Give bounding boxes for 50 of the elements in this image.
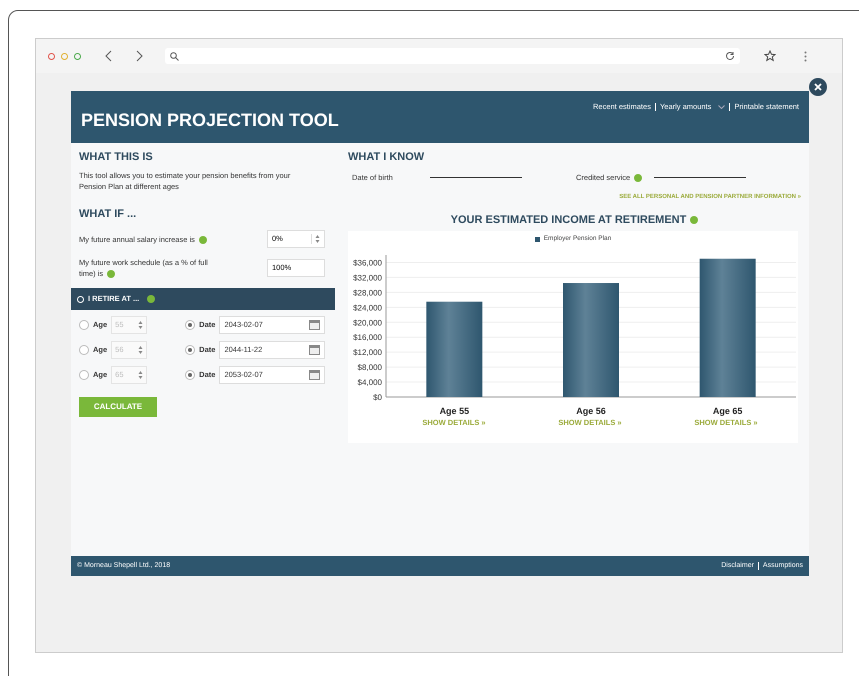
back-icon[interactable] — [105, 50, 113, 62]
axis-tick-label: $24,000 — [353, 304, 382, 313]
info-icon[interactable] — [634, 174, 642, 182]
info-icon[interactable] — [690, 216, 698, 224]
legend-swatch — [534, 236, 540, 242]
spinner-arrows-icon[interactable] — [138, 345, 144, 355]
spinner-arrows-icon[interactable] — [138, 370, 144, 380]
radio-button[interactable] — [79, 345, 89, 355]
axis-tick-label: $20,000 — [353, 318, 382, 328]
category-label: Age 65 — [712, 406, 742, 416]
radio-button[interactable] — [79, 320, 89, 330]
axis-tick-label: $4,000 — [358, 378, 382, 388]
radio-button[interactable] — [185, 320, 196, 330]
section-heading: WHAT THIS IS — [79, 150, 154, 165]
page-title: PENSION PROJECTION TOOL — [81, 109, 339, 132]
section-heading: WHAT I KNOW — [348, 150, 426, 165]
caret-icon — [718, 104, 726, 109]
info-icon[interactable] — [147, 295, 156, 303]
search-icon — [170, 52, 179, 60]
axis-tick-label: $0 — [373, 393, 382, 402]
info-icon[interactable] — [107, 270, 116, 278]
minimize-window-icon[interactable] — [61, 52, 68, 60]
reload-icon[interactable] — [725, 51, 735, 61]
axis-tick-label: $36,000 — [353, 258, 382, 268]
axis-tick-label: $16,000 — [353, 333, 382, 342]
calendar-icon[interactable] — [309, 345, 320, 355]
close-button[interactable] — [809, 78, 827, 96]
axis-tick-label: $8,000 — [358, 363, 382, 372]
radio-icon — [77, 296, 84, 302]
maximize-window-icon[interactable] — [74, 52, 81, 60]
spinner-arrows-icon[interactable] — [315, 234, 320, 244]
more-icon[interactable] — [804, 50, 807, 62]
category-label: Age 56 — [576, 406, 606, 416]
chart-title: YOUR ESTIMATED INCOME AT RETIREMENT — [450, 212, 686, 228]
calendar-icon[interactable] — [309, 370, 320, 380]
spinner-arrows-icon[interactable] — [138, 320, 144, 330]
close-icon — [814, 83, 822, 91]
calendar-icon[interactable] — [309, 320, 320, 330]
radio-button[interactable] — [79, 370, 89, 380]
section-heading: WHAT IF ... — [79, 206, 138, 222]
star-icon[interactable] — [764, 50, 776, 62]
info-icon[interactable] — [198, 236, 207, 244]
category-label: Age 55 — [440, 406, 470, 416]
forward-icon[interactable] — [135, 50, 143, 62]
radio-button[interactable] — [185, 370, 196, 380]
axis-tick-label: $28,000 — [353, 288, 382, 298]
axis-tick-label: $32,000 — [353, 274, 382, 283]
radio-button[interactable] — [185, 345, 196, 355]
close-window-icon[interactable] — [48, 52, 55, 60]
axis-tick-label: $12,000 — [353, 348, 382, 358]
